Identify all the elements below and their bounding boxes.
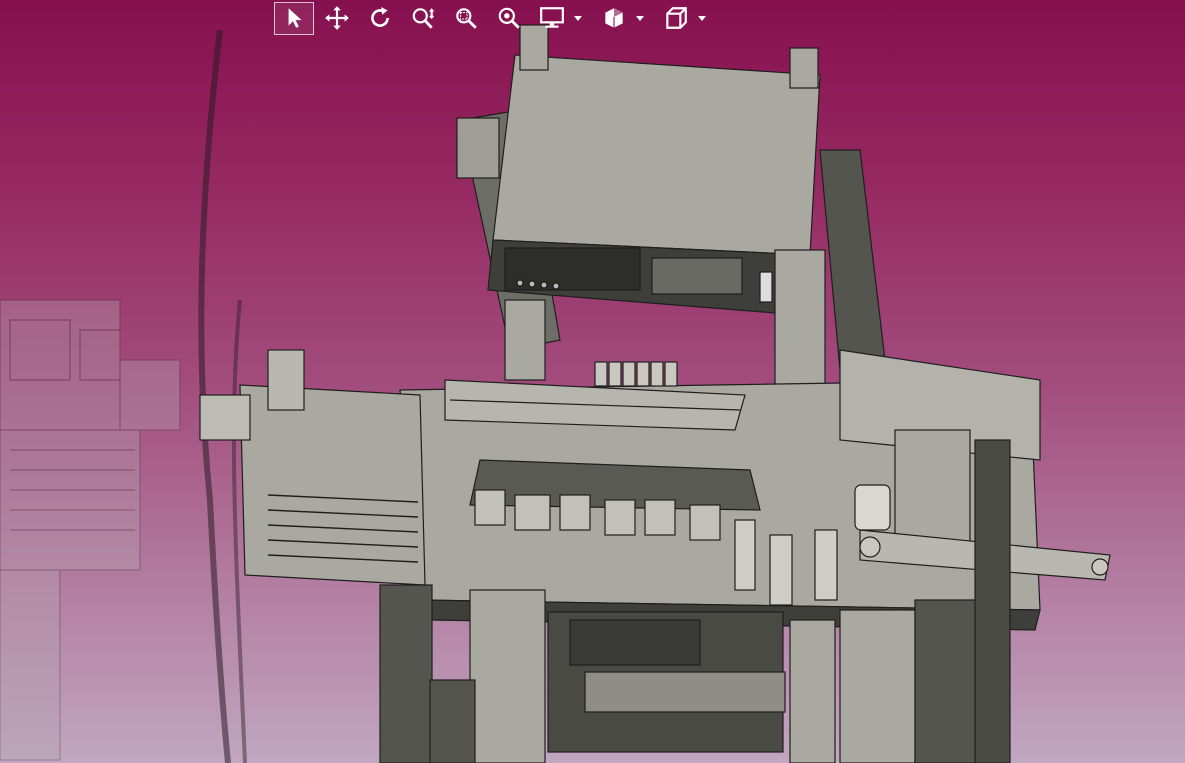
section-view-icon xyxy=(605,8,623,28)
cad-model[interactable] xyxy=(0,0,1185,763)
zoom-icon xyxy=(412,8,435,29)
section-view-dropdown[interactable] xyxy=(594,2,653,35)
view-orientation-button[interactable] xyxy=(656,2,696,35)
zoom-window-icon xyxy=(456,8,477,29)
view-toolbar xyxy=(274,0,715,36)
display-mode-dropdown[interactable] xyxy=(532,2,591,35)
zoom-tool-button[interactable] xyxy=(403,2,443,35)
pan-move-icon xyxy=(325,6,349,30)
chevron-down-icon xyxy=(636,16,644,21)
view-cube-icon xyxy=(666,7,687,29)
pan-tool-button[interactable] xyxy=(317,2,357,35)
rotate-tool-button[interactable] xyxy=(360,2,400,35)
zoom-window-button[interactable] xyxy=(446,2,486,35)
3d-viewport[interactable] xyxy=(0,0,1185,763)
rotate-icon xyxy=(371,7,389,27)
display-monitor-icon xyxy=(540,7,564,28)
display-mode-button[interactable] xyxy=(532,2,572,35)
slide-assembly xyxy=(239,384,426,586)
chevron-down-icon xyxy=(574,16,582,21)
zoom-fit-icon xyxy=(498,7,520,29)
zoom-fit-button[interactable] xyxy=(489,2,529,35)
select-arrow-icon xyxy=(288,8,302,28)
section-view-button[interactable] xyxy=(594,2,634,35)
motor-cylinder xyxy=(854,484,891,531)
select-tool-button[interactable] xyxy=(274,1,314,35)
view-orientation-dropdown[interactable] xyxy=(656,2,715,35)
instrument-box-top xyxy=(492,54,821,256)
chevron-down-icon xyxy=(698,16,706,21)
frame-post-right xyxy=(819,149,886,371)
